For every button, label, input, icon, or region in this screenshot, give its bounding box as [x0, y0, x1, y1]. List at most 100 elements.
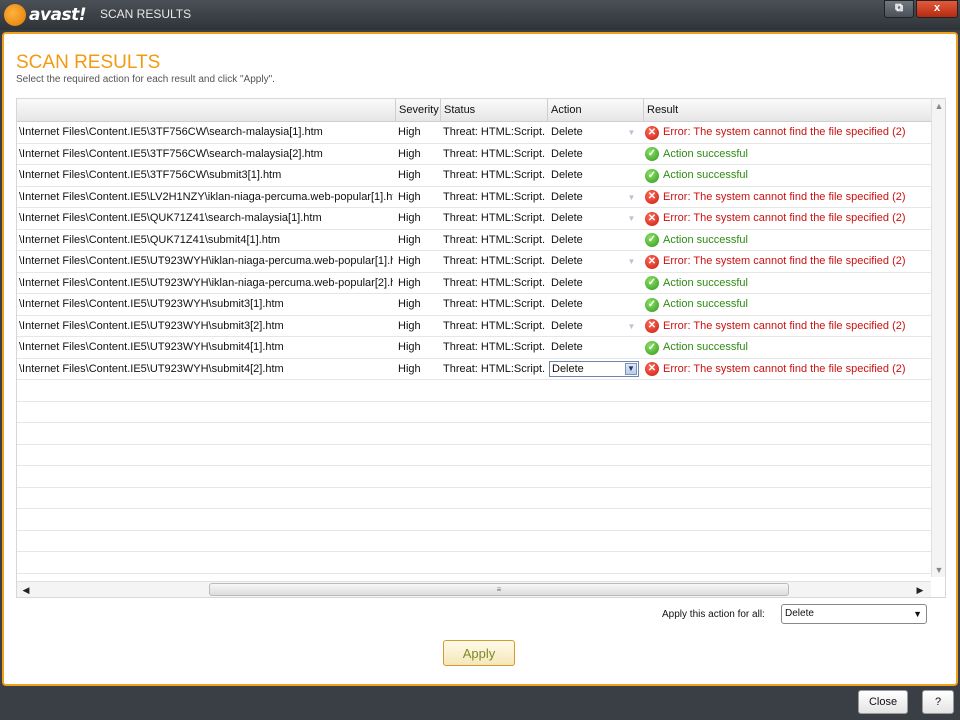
chevron-down-icon: ▼: [913, 609, 922, 619]
close-button[interactable]: Close: [858, 690, 908, 714]
status-cell: Threat: HTML:Script...: [443, 362, 545, 375]
error-icon: ✕: [645, 319, 659, 333]
action-cell[interactable]: Delete: [551, 165, 639, 186]
scroll-down-arrow-icon[interactable]: ▼: [932, 563, 945, 577]
table-row[interactable]: \Internet Files\Content.IE5\UT923WYH\sub…: [17, 316, 931, 337]
column-header-status[interactable]: Status: [440, 99, 547, 121]
grip-icon: ≡: [496, 585, 502, 594]
result-text: Error: The system cannot find the file s…: [663, 212, 906, 224]
success-check-icon: ✓: [645, 233, 659, 247]
table-row[interactable]: \Internet Files\Content.IE5\QUK71Z41\sub…: [17, 230, 931, 251]
file-path-cell: \Internet Files\Content.IE5\LV2H1NZY\ikl…: [19, 190, 393, 203]
scroll-left-arrow-icon[interactable]: ◀: [19, 583, 33, 597]
apply-all-value: Delete: [785, 608, 814, 619]
scroll-up-arrow-icon[interactable]: ▲: [932, 99, 945, 113]
file-path-cell: \Internet Files\Content.IE5\3TF756CW\sea…: [19, 126, 323, 138]
chevron-down-icon[interactable]: ▼: [625, 255, 638, 268]
result-text: Error: The system cannot find the file s…: [663, 255, 906, 267]
file-path-cell: \Internet Files\Content.IE5\3TF756CW\sea…: [19, 147, 323, 160]
result-cell: ✓ Action successful: [645, 230, 931, 251]
result-cell: ✕ Error: The system cannot find the file …: [645, 187, 931, 208]
action-cell[interactable]: Delete: [551, 230, 639, 251]
severity-cell: High: [398, 255, 421, 267]
close-window-button[interactable]: x: [916, 0, 958, 18]
avast-logo-icon: [4, 4, 26, 26]
status-cell: Threat: HTML:Script...: [443, 190, 545, 203]
severity-cell: High: [398, 190, 421, 203]
status-cell: Threat: HTML:Script...: [443, 298, 545, 310]
chevron-down-icon[interactable]: ▼: [625, 191, 638, 204]
results-table: Severity Status Action Result \Internet …: [16, 98, 946, 598]
table-row[interactable]: \Internet Files\Content.IE5\LV2H1NZY\ikl…: [17, 187, 931, 208]
severity-cell: High: [398, 212, 421, 224]
table-row[interactable]: \Internet Files\Content.IE5\3TF756CW\sub…: [17, 165, 931, 187]
result-text: Error: The system cannot find the file s…: [663, 319, 906, 332]
column-header-file[interactable]: [17, 99, 395, 121]
empty-table-row: [17, 445, 931, 466]
vertical-scrollbar[interactable]: ▲ ▼: [931, 99, 945, 577]
empty-table-row: [17, 466, 931, 488]
chevron-down-icon[interactable]: ▼: [625, 362, 637, 375]
table-row[interactable]: \Internet Files\Content.IE5\UT923WYH\sub…: [17, 337, 931, 359]
error-icon: ✕: [645, 125, 659, 140]
horizontal-scrollbar[interactable]: ◀ ≡ ▶: [17, 581, 931, 597]
avast-logo: avast!: [4, 3, 87, 27]
status-cell: Threat: HTML:Script...: [443, 276, 545, 289]
column-header-severity[interactable]: Severity: [395, 99, 440, 121]
result-cell: ✕ Error: The system cannot find the file …: [645, 122, 931, 143]
file-path-cell: \Internet Files\Content.IE5\UT923WYH\sub…: [19, 341, 284, 353]
help-button[interactable]: ?: [922, 690, 954, 714]
result-cell: ✓ Action successful: [645, 337, 931, 358]
status-cell: Threat: HTML:Script...: [443, 212, 545, 224]
file-path-cell: \Internet Files\Content.IE5\QUK71Z41\sub…: [19, 233, 281, 246]
action-cell[interactable]: Delete: [551, 337, 639, 358]
chevron-down-icon[interactable]: ▼: [625, 320, 638, 333]
severity-cell: High: [398, 126, 421, 138]
status-cell: Threat: HTML:Script...: [443, 169, 545, 181]
table-row[interactable]: \Internet Files\Content.IE5\UT923WYH\ikl…: [17, 251, 931, 273]
window-title: SCAN RESULTS: [100, 7, 192, 21]
table-row[interactable]: \Internet Files\Content.IE5\3TF756CW\sea…: [17, 122, 931, 144]
column-header-result[interactable]: Result: [643, 99, 931, 121]
title-bar: avast! SCAN RESULTS ⧉ x: [0, 0, 960, 30]
severity-cell: High: [398, 362, 421, 375]
column-header-action[interactable]: Action: [547, 99, 643, 121]
result-text: Error: The system cannot find the file s…: [663, 190, 906, 203]
action-dropdown[interactable]: Delete ▼: [549, 360, 639, 377]
status-cell: Threat: HTML:Script...: [443, 341, 545, 353]
apply-all-select[interactable]: Delete ▼: [781, 604, 927, 624]
action-cell[interactable]: Delete: [551, 273, 639, 294]
table-row[interactable]: \Internet Files\Content.IE5\3TF756CW\sea…: [17, 144, 931, 165]
table-row[interactable]: \Internet Files\Content.IE5\UT923WYH\sub…: [17, 359, 931, 380]
result-cell: ✕ Error: The system cannot find the file …: [645, 251, 931, 272]
table-row[interactable]: \Internet Files\Content.IE5\UT923WYH\sub…: [17, 294, 931, 316]
empty-table-row: [17, 488, 931, 509]
chevron-down-icon[interactable]: ▼: [625, 126, 638, 139]
empty-table-row: [17, 380, 931, 402]
table-row[interactable]: \Internet Files\Content.IE5\UT923WYH\ikl…: [17, 273, 931, 294]
table-header: Severity Status Action Result: [17, 99, 931, 122]
action-cell[interactable]: Delete: [551, 144, 639, 165]
success-check-icon: ✓: [645, 168, 659, 183]
result-text: Action successful: [663, 298, 748, 310]
apply-button[interactable]: Apply: [443, 640, 515, 666]
status-cell: Threat: HTML:Script...: [443, 147, 545, 160]
result-text: Error: The system cannot find the file s…: [663, 362, 906, 375]
horizontal-scroll-thumb[interactable]: ≡: [209, 583, 789, 596]
success-check-icon: ✓: [645, 147, 659, 161]
error-icon: ✕: [645, 190, 659, 204]
action-cell[interactable]: Delete: [551, 294, 639, 315]
scroll-right-arrow-icon[interactable]: ▶: [913, 583, 927, 597]
result-cell: ✓ Action successful: [645, 165, 931, 186]
table-row[interactable]: \Internet Files\Content.IE5\QUK71Z41\sea…: [17, 208, 931, 230]
chevron-down-icon[interactable]: ▼: [625, 212, 638, 225]
result-cell: ✓ Action successful: [645, 294, 931, 315]
severity-cell: High: [398, 169, 421, 181]
result-cell: ✓ Action successful: [645, 144, 931, 165]
restore-button[interactable]: ⧉: [884, 0, 914, 18]
empty-table-row: [17, 552, 931, 574]
apply-all-label: Apply this action for all:: [662, 609, 765, 620]
file-path-cell: \Internet Files\Content.IE5\3TF756CW\sub…: [19, 169, 282, 181]
status-cell: Threat: HTML:Script...: [443, 319, 545, 332]
file-path-cell: \Internet Files\Content.IE5\UT923WYH\sub…: [19, 298, 284, 310]
